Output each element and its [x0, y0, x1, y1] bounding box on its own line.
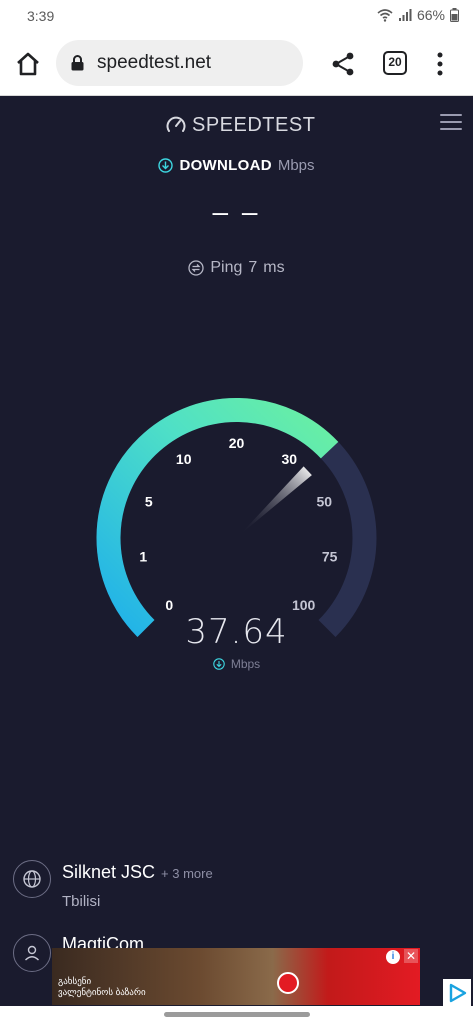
share-icon[interactable] — [330, 50, 356, 78]
url-text: speedtest.net — [97, 52, 212, 73]
ping-label: Ping — [210, 259, 243, 276]
status-bar: 3:39 66% — [0, 0, 473, 32]
server-more[interactable]: + 3 more — [161, 866, 213, 881]
speed-reading: 37.64 — [185, 612, 288, 652]
lock-icon — [71, 55, 84, 71]
status-icons: 66% — [377, 7, 459, 23]
logo-text: SPEEDTEST — [192, 113, 316, 136]
gauge-tick-label: 20 — [229, 435, 245, 451]
battery-icon — [450, 8, 459, 22]
server-name-text: Silknet JSC — [62, 862, 156, 882]
gauge-tick-label: 50 — [316, 494, 332, 510]
download-label: DOWNLOAD Mbps — [0, 157, 473, 174]
battery-percent: 66% — [416, 7, 445, 23]
gauge-tick-label: 0 — [165, 597, 173, 613]
status-time: 3:39 — [27, 8, 55, 24]
address-bar[interactable]: speedtest.net — [56, 40, 303, 86]
ad-choices-icon[interactable] — [443, 979, 471, 1007]
gauge-tick-label: 30 — [281, 451, 297, 467]
server-location: Tbilisi — [62, 893, 101, 910]
download-value: – – — [212, 196, 261, 227]
download-unit: Mbps — [277, 157, 315, 174]
tab-switcher-button[interactable]: 20 — [383, 51, 407, 75]
gauge-needle — [239, 466, 312, 536]
browser-toolbar: speedtest.net 20 — [0, 32, 473, 96]
signal-icon — [398, 9, 412, 21]
server-item-silknet[interactable]: Silknet JSC + 3 more Tbilisi — [0, 858, 473, 918]
gauge-progress-arc — [96, 398, 339, 637]
speedometer-icon — [166, 116, 186, 132]
home-gesture-pill[interactable] — [164, 1012, 310, 1017]
wifi-icon — [377, 9, 393, 22]
navigation-bar — [0, 1006, 473, 1024]
ad-text: გახსენი ვალენტინოს ბაზარი — [58, 976, 146, 997]
ad-info-icon[interactable]: i — [386, 950, 400, 964]
person-icon — [13, 934, 51, 972]
reading-unit: Mbps — [0, 657, 473, 671]
server-name: Silknet JSC + 3 more — [62, 862, 213, 883]
advertisement-banner[interactable]: გახსენი ვალენტინოს ბაზარი i ✕ — [52, 948, 420, 1005]
globe-icon — [13, 860, 51, 898]
gauge-tick-label: 1 — [139, 549, 147, 565]
gauge-tick-label: 5 — [145, 494, 153, 510]
reading-unit-text: Mbps — [230, 657, 261, 671]
gauge-tick-label: 10 — [176, 451, 192, 467]
gauge-tick-label: 100 — [292, 597, 316, 613]
more-options-icon[interactable] — [432, 50, 448, 78]
download-arrow-small-icon — [213, 658, 225, 670]
ad-brand-logo — [277, 972, 299, 994]
ping-value: 7 — [248, 259, 258, 276]
hamburger-menu-icon[interactable] — [440, 114, 462, 132]
download-title: DOWNLOAD — [179, 157, 272, 174]
ping-unit: ms — [263, 259, 285, 276]
gauge-needle-shape — [239, 466, 312, 536]
ad-close-icon[interactable]: ✕ — [404, 949, 418, 963]
gauge-tick-labels: 0 1 5 10 20 30 50 75 100 — [139, 435, 337, 613]
ping-row: Ping 7 ms — [0, 259, 473, 277]
gauge-fill-arc — [96, 398, 339, 637]
download-arrow-icon — [158, 158, 174, 173]
gauge-tick-label: 75 — [322, 549, 338, 565]
home-icon[interactable] — [14, 50, 42, 78]
speedtest-logo[interactable]: SPEEDTEST — [165, 112, 315, 138]
ping-icon — [188, 260, 205, 276]
